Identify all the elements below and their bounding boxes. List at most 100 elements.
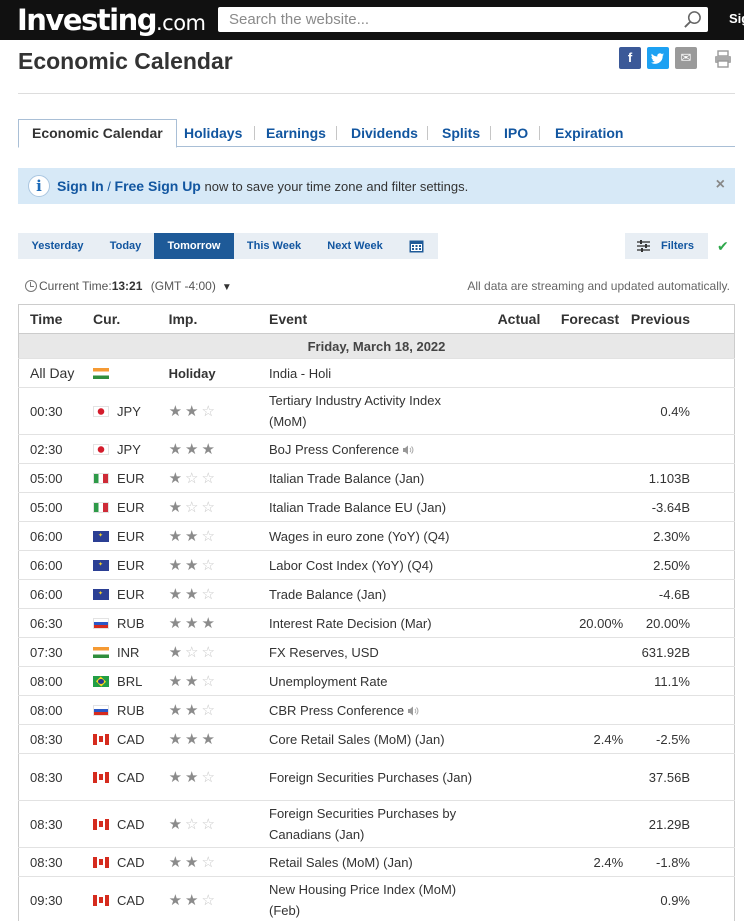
event-name-link[interactable]: Labor Cost Index (YoY) (Q4) [269, 558, 433, 573]
previous-value: 2.30% [627, 521, 735, 551]
event-name-link[interactable]: Unemployment Rate [269, 674, 388, 689]
canada-flag-icon [93, 856, 110, 868]
table-row[interactable]: 08:30 CAD ★ ☆ ☆ Foreign Securities Purchases … [18, 800, 735, 848]
banner-free-sign-up-link[interactable]: Free Sign Up [115, 178, 201, 194]
timezone-value: (GMT -4:00) [150, 279, 216, 293]
timezone-selector[interactable]: (GMT -4:00) ▼ [151, 279, 232, 293]
tab-dividends[interactable]: Dividends [351, 119, 418, 147]
table-header-row: Time Cur. Imp. Event Actual Forecast Pre… [18, 304, 735, 334]
email-share-icon[interactable]: ✉ [675, 47, 697, 69]
importance-star-icon: ★ [185, 586, 199, 603]
event-time: 08:30 [18, 753, 94, 801]
current-time-value: 13:21 [111, 279, 143, 293]
importance-star-icon: ☆ [201, 528, 215, 545]
importance-star-icon: ★ [185, 892, 199, 909]
col-actual: Actual [482, 304, 545, 334]
tab-today[interactable]: Today [97, 233, 154, 259]
importance-star-icon: ★ [168, 731, 183, 748]
importance-star-icon: ☆ [185, 470, 199, 487]
currency-code: CAD [117, 854, 145, 870]
actual-value [482, 463, 545, 493]
investing-logo[interactable]: Investing.com [17, 3, 206, 40]
tab-expiration[interactable]: Expiration [555, 119, 623, 147]
tab-tomorrow[interactable]: Tomorrow [154, 233, 234, 259]
importance-star-icon: ★ [185, 673, 199, 690]
event-name-link[interactable]: Wages in euro zone (YoY) (Q4) [269, 529, 449, 544]
importance-star-icon: ★ [168, 816, 183, 833]
event-name-link[interactable]: BoJ Press Conference [269, 442, 399, 457]
event-name-link[interactable]: Tertiary Industry Activity Index (MoM) [269, 393, 441, 429]
importance-star-icon: ☆ [201, 769, 215, 786]
table-row[interactable]: 05:00 EUR ★ ☆ ☆ Italian Trade Balance EU (Jan… [18, 492, 735, 522]
tab-ipo[interactable]: IPO [504, 119, 528, 147]
table-row[interactable]: 06:00 ✦ EUR ★ ★ ☆ Trade Balance (Jan) -4.6B [18, 579, 735, 609]
search-input[interactable] [218, 7, 668, 32]
previous-value: 631.92B [627, 637, 735, 667]
importance-stars: ★ ★ ★ [168, 731, 218, 748]
tab-next-week[interactable]: Next Week [314, 233, 396, 259]
facebook-share-icon[interactable]: f [619, 47, 641, 69]
actual-value [482, 608, 545, 638]
importance-star-icon: ☆ [185, 499, 199, 516]
table-row[interactable]: 06:00 ✦ EUR ★ ★ ☆ Labor Cost Index (YoY) (Q4) 2… [18, 550, 735, 580]
table-row[interactable]: 00:30 JPY ★ ★ ☆ Tertiary Industry Activity In… [18, 387, 735, 435]
table-row[interactable]: 08:00 BRL ★ ★ ☆ Unemployment Rate 11.1% [18, 666, 735, 696]
event-name-link[interactable]: Trade Balance (Jan) [269, 587, 386, 602]
event-name-link[interactable]: Foreign Securities Purchases by Canadian… [269, 806, 456, 842]
event-name-link[interactable]: FX Reserves, USD [269, 645, 379, 660]
tab-this-week[interactable]: This Week [234, 233, 314, 259]
importance-star-icon: ☆ [201, 854, 215, 871]
tab-splits[interactable]: Splits [442, 119, 480, 147]
holiday-row[interactable]: All Day Holiday India - Holi [18, 358, 735, 388]
event-name-link[interactable]: Core Retail Sales (MoM) (Jan) [269, 732, 445, 747]
tab-earnings[interactable]: Earnings [266, 119, 326, 147]
importance-star-icon: ★ [185, 854, 199, 871]
importance-stars: ★ ★ ☆ [169, 403, 218, 420]
print-icon[interactable] [712, 48, 734, 70]
importance-star-icon: ★ [168, 499, 183, 516]
event-name-link[interactable]: Retail Sales (MoM) (Jan) [269, 855, 413, 870]
search-icon[interactable] [683, 10, 702, 29]
event-name-link[interactable]: New Housing Price Index (MoM) (Feb) [269, 882, 456, 918]
close-icon[interactable]: × [716, 176, 725, 194]
sign-in-link[interactable]: Sign In [729, 11, 744, 26]
currency-code: CAD [117, 816, 145, 832]
event-name-link[interactable]: Interest Rate Decision (Mar) [269, 616, 432, 631]
tab-economic-calendar[interactable]: Economic Calendar [18, 119, 177, 148]
table-row[interactable]: 02:30 JPY ★ ★ ★ BoJ Press Conference [18, 434, 735, 464]
currency-code: EUR [117, 557, 145, 573]
table-row[interactable]: 08:30 CAD ★ ★ ☆ Foreign Securities Purchases … [18, 753, 735, 801]
table-row[interactable]: 09:30 CAD ★ ★ ☆ New Housing Price Index (MoM)… [18, 876, 735, 921]
importance-stars: ★ ☆ ☆ [169, 470, 218, 487]
event-name-link[interactable]: Italian Trade Balance EU (Jan) [269, 500, 446, 515]
importance-star-icon: ☆ [201, 816, 215, 833]
table-row[interactable]: 07:30 INR ★ ☆ ☆ FX Reserves, USD 631.92B [18, 637, 735, 667]
twitter-share-icon[interactable] [647, 47, 669, 69]
canada-flag-icon [93, 818, 110, 830]
actual-value [482, 753, 545, 801]
date-label: Friday, March 18, 2022 [18, 333, 735, 359]
calendar-icon[interactable] [409, 239, 424, 253]
previous-value [627, 695, 735, 725]
event-name-link[interactable]: CBR Press Conference [269, 703, 404, 718]
russia-flag-icon [93, 704, 110, 716]
filters-button[interactable]: Filters [625, 233, 708, 259]
tab-yesterday[interactable]: Yesterday [18, 233, 97, 259]
previous-value: 11.1% [627, 666, 735, 696]
india-flag-icon [93, 646, 110, 658]
calendar-subtabs: Economic Calendar Holidays Earnings Divi… [18, 119, 735, 148]
table-row[interactable]: 05:00 EUR ★ ☆ ☆ Italian Trade Balance (Jan) 1.… [18, 463, 735, 493]
event-name-link[interactable]: Foreign Securities Purchases (Jan) [269, 770, 472, 785]
tab-holidays[interactable]: Holidays [184, 119, 242, 147]
table-row[interactable]: 06:00 ✦ EUR ★ ★ ☆ Wages in euro zone (YoY) (Q4… [18, 521, 735, 551]
importance-star-icon: ★ [185, 528, 199, 545]
banner-sign-in-link[interactable]: Sign In [57, 178, 104, 194]
table-row[interactable]: 08:30 CAD ★ ★ ☆ Retail Sales (MoM) (Jan) 2.4% -… [18, 847, 735, 877]
col-previous: Previous [627, 304, 735, 334]
importance-stars: ★ ☆ ☆ [168, 816, 218, 833]
forecast-value [544, 800, 628, 848]
event-name-link[interactable]: Italian Trade Balance (Jan) [269, 471, 424, 486]
table-row[interactable]: 08:30 CAD ★ ★ ★ Core Retail Sales (MoM) (Jan)… [18, 724, 735, 754]
table-row[interactable]: 08:00 RUB ★ ★ ☆ CBR Press Conference [18, 695, 735, 725]
table-row[interactable]: 06:30 RUB ★ ★ ★ Interest Rate Decision (Mar) 2… [18, 608, 735, 638]
